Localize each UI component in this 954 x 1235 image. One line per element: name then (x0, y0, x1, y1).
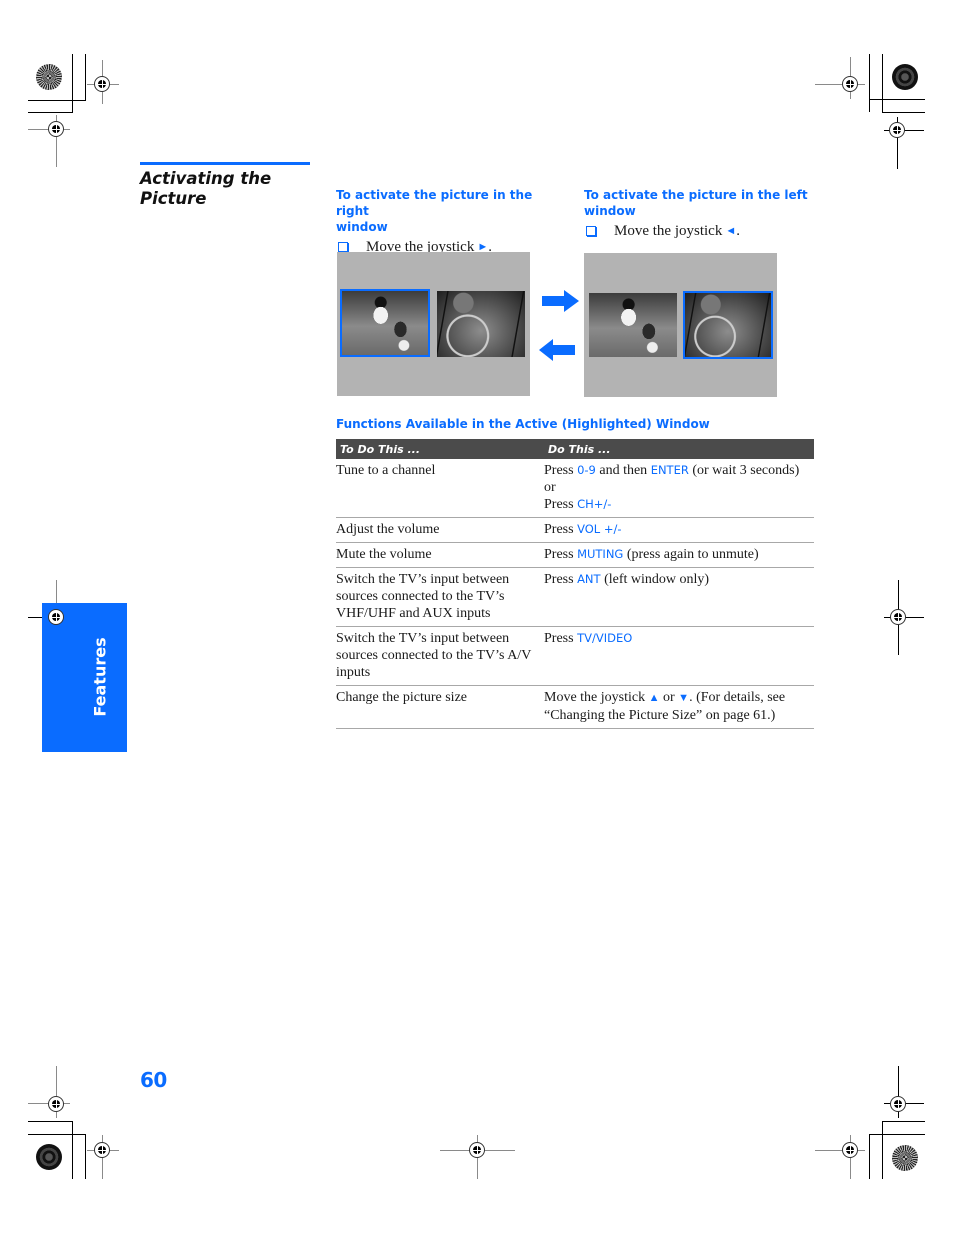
remote-button-label: ENTER (650, 463, 689, 477)
section-rule (140, 162, 310, 165)
task-cell: Switch the TV’s input between sources co… (336, 572, 510, 621)
remote-button-label: MUTING (577, 547, 624, 561)
action-text: Press (544, 572, 578, 587)
instruction-step: Move the joystick ◄ . (584, 222, 814, 240)
instruction-heading-line2: window (336, 220, 388, 234)
football-player-photo (340, 289, 430, 357)
action-text: Press (544, 497, 578, 512)
remote-button-label: 0-9 (577, 463, 596, 477)
chapter-tab-label: Features (90, 637, 110, 717)
football-player-photo (589, 293, 677, 357)
table-row: Switch the TV’s input between sources co… (336, 627, 814, 686)
arrow-left-icon (539, 339, 575, 361)
action-cell: Press MUTING (press again to unmute) (544, 546, 814, 563)
basketball-hoop-photo (437, 291, 525, 357)
table-row: Switch the TV’s input between sources co… (336, 568, 814, 627)
action-text: Press (544, 463, 578, 478)
registration-mark-icon (890, 609, 906, 625)
header-to-do-this: To Do This ... (340, 442, 421, 456)
remote-button-label: VOL +/- (577, 522, 622, 536)
instruction-heading-line1: To activate the picture in the right (336, 188, 533, 218)
registration-mark-icon (889, 122, 905, 138)
arrow-right-icon (542, 290, 579, 312)
functions-table: To Do This ... Do This ... Tune to a cha… (336, 439, 814, 729)
task-cell: Mute the volume (336, 547, 432, 562)
action-text: Move the joystick (544, 690, 649, 705)
instruction-right-window: To activate the picture in the right win… (336, 187, 566, 256)
registration-mark-icon (890, 1096, 906, 1112)
header-do-this: Do This ... (548, 442, 611, 456)
instruction-heading-line2: window (584, 204, 636, 218)
table-body: Tune to a channel Press 0-9 and then ENTE… (336, 459, 814, 729)
action-cell: Press TV/VIDEO (544, 630, 814, 681)
table-row: Mute the volume Press MUTING (press again… (336, 543, 814, 568)
checkbox-bullet-icon (338, 242, 348, 252)
remote-button-label: TV/VIDEO (577, 631, 633, 645)
registration-mark-icon (48, 609, 64, 625)
action-text: and then (595, 463, 651, 478)
action-text: Press (544, 631, 578, 646)
chapter-tab (42, 603, 127, 752)
tv-screen-left-active (337, 252, 530, 396)
registration-mark-icon (48, 121, 64, 137)
task-cell: Tune to a channel (336, 463, 436, 478)
instruction-heading-line1: To activate the picture in the left (584, 188, 808, 202)
tv-screen-right-active (584, 253, 777, 397)
color-bar-icon (36, 64, 62, 90)
arrow-up-icon: ▲ (648, 692, 660, 704)
table-row: Tune to a channel Press 0-9 and then ENTE… (336, 459, 814, 518)
color-bar-icon (36, 1144, 62, 1170)
instruction-heading: To activate the picture in the left wind… (584, 187, 814, 219)
instruction-left-window: To activate the picture in the left wind… (584, 187, 814, 240)
table-caption: Functions Available in the Active (Highl… (336, 417, 710, 431)
action-text: (left window only) (600, 572, 710, 587)
action-cell: Move the joystick ▲ or ▼. (For details, … (544, 689, 814, 724)
task-cell: Change the picture size (336, 690, 468, 705)
action-text: or (659, 690, 679, 705)
table-row: Change the picture size Move the joystick… (336, 686, 814, 729)
section-title: Activating the Picture (140, 169, 310, 209)
arrow-left-icon: ◄ (725, 225, 737, 237)
action-cell: Press 0-9 and then ENTER (or wait 3 seco… (544, 462, 814, 513)
task-cell: Adjust the volume (336, 522, 440, 537)
section-title-line1: Activating the (140, 169, 272, 188)
task-cell: Switch the TV’s input between sources co… (336, 631, 532, 680)
instruction-heading: To activate the picture in the right win… (336, 187, 566, 235)
registration-mark-icon (842, 76, 858, 92)
table-row: Adjust the volume Press VOL +/- (336, 518, 814, 543)
registration-mark-icon (48, 1096, 64, 1112)
color-bar-icon (892, 64, 918, 90)
checkbox-bullet-icon (586, 226, 596, 236)
step-text: Move the joystick (614, 223, 723, 239)
remote-button-label: ANT (577, 572, 601, 586)
registration-mark-icon (469, 1142, 485, 1158)
registration-mark-icon (94, 76, 110, 92)
arrow-down-icon: ▼ (678, 692, 690, 704)
registration-mark-icon (94, 1142, 110, 1158)
remote-button-label: CH+/- (577, 497, 612, 511)
page-number: 60 (140, 1068, 167, 1092)
table-header: To Do This ... Do This ... (336, 439, 814, 459)
registration-mark-icon (842, 1142, 858, 1158)
action-text: Press (544, 547, 578, 562)
basketball-hoop-photo (683, 291, 773, 359)
section-title-line2: Picture (140, 189, 207, 208)
color-bar-icon (892, 1145, 918, 1171)
action-cell: Press VOL +/- (544, 521, 814, 538)
step-end: . (736, 223, 740, 239)
action-text: (press again to unmute) (623, 547, 759, 562)
action-text: Press (544, 522, 578, 537)
action-cell: Press ANT (left window only) (544, 571, 814, 622)
